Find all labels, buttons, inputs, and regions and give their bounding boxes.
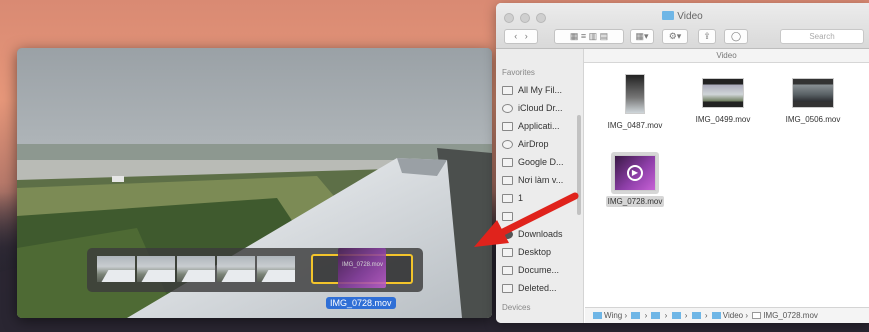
downloads-icon — [502, 229, 513, 239]
document-icon — [502, 265, 513, 275]
sidebar-item-documents[interactable]: Docume... — [502, 261, 583, 279]
action-gear-button[interactable]: ⚙▾ — [662, 29, 688, 44]
sidebar-scrollbar[interactable] — [577, 115, 581, 215]
path-header: Video — [584, 49, 869, 63]
sidebar-item-desktop[interactable]: Desktop — [502, 243, 583, 261]
frame-thumb — [177, 256, 215, 282]
file-grid: IMG_0487.mov IMG_0499.mov IMG_0506.mov ▶… — [585, 64, 869, 307]
folder-icon — [502, 175, 513, 185]
folder-icon — [502, 193, 513, 203]
finder-titlebar: Video ‹ › ▦ ≡ ▥ ▤ ▦▾ ⚙▾ ⇪ ◯ Search — [496, 3, 869, 49]
sidebar-item-blank[interactable] — [502, 207, 583, 225]
file-item[interactable]: IMG_0487.mov — [595, 74, 675, 131]
applications-icon — [502, 121, 513, 131]
airdrop-icon — [502, 139, 513, 149]
dragged-clip-thumbnail[interactable]: IMG_0728.mov — [338, 248, 386, 288]
folder-icon — [671, 312, 681, 319]
back-forward-buttons[interactable]: ‹ › — [504, 29, 538, 44]
view-mode-buttons[interactable]: ▦ ≡ ▥ ▤ — [554, 29, 624, 44]
frame-thumb — [257, 256, 295, 282]
folder-icon — [711, 312, 721, 319]
sidebar-item-all-files[interactable]: All My Fil... — [502, 81, 583, 99]
sidebar-item-icloud[interactable]: iCloud Dr... — [502, 99, 583, 117]
video-thumbnail — [625, 74, 645, 114]
sidebar-item-airdrop[interactable]: AirDrop — [502, 135, 583, 153]
dragged-clip-text: IMG_0728.mov — [342, 262, 384, 268]
share-button[interactable]: ⇪ — [698, 29, 716, 44]
sidebar-item-google-drive[interactable]: Google D... — [502, 153, 583, 171]
sidebar-item-downloads[interactable]: Downloads — [502, 225, 583, 243]
file-item[interactable]: IMG_0506.mov — [773, 78, 853, 125]
all-files-icon — [502, 85, 513, 95]
folder-icon — [662, 11, 675, 20]
window-title: Video — [496, 11, 869, 22]
cloud-icon — [502, 103, 513, 113]
file-item-selected[interactable]: ▶ IMG_0728.mov — [595, 152, 675, 207]
sidebar-item-deleted[interactable]: Deleted... — [502, 279, 583, 297]
play-icon: ▶ — [627, 165, 643, 181]
sidebar-item-applications[interactable]: Applicati... — [502, 117, 583, 135]
file-icon — [752, 312, 762, 319]
arrange-button[interactable]: ▦▾ — [630, 29, 654, 44]
folder-icon — [502, 247, 513, 257]
frame-thumb — [137, 256, 175, 282]
video-thumbnail — [792, 78, 834, 108]
drive-icon — [593, 312, 602, 319]
file-item[interactable]: IMG_0499.mov — [683, 78, 763, 125]
finder-window[interactable]: Video ‹ › ▦ ≡ ▥ ▤ ▦▾ ⚙▾ ⇪ ◯ Search Video… — [496, 3, 869, 323]
folder-icon — [691, 312, 701, 319]
folder-icon — [651, 312, 661, 319]
video-thumbnail: ▶ — [614, 155, 656, 191]
folder-icon — [502, 157, 513, 167]
folder-icon — [502, 211, 513, 221]
frame-thumb — [217, 256, 255, 282]
folder-icon — [502, 283, 513, 293]
filmstrip-trim-bar[interactable]: IMG_0728.mov — [87, 248, 423, 292]
sidebar-section-favorites: Favorites — [502, 68, 535, 77]
search-input[interactable]: Search — [780, 29, 864, 44]
finder-sidebar: Favorites All My Fil... iCloud Dr... App… — [496, 49, 584, 323]
sidebar-item-workplace[interactable]: Nơi làm v... — [502, 171, 583, 189]
dragged-file-label: IMG_0728.mov — [326, 297, 396, 309]
video-thumbnail — [702, 78, 744, 108]
frame-thumb — [97, 256, 135, 282]
path-bar: Wing › › › › › Video › IMG_0728.mov — [585, 307, 869, 323]
video-player-window[interactable]: IMG_0728.mov — [17, 48, 492, 318]
sidebar-item-1[interactable]: 1 — [502, 189, 583, 207]
sidebar-section-devices: Devices — [502, 303, 531, 312]
folder-icon — [631, 312, 641, 319]
tag-button[interactable]: ◯ — [724, 29, 748, 44]
